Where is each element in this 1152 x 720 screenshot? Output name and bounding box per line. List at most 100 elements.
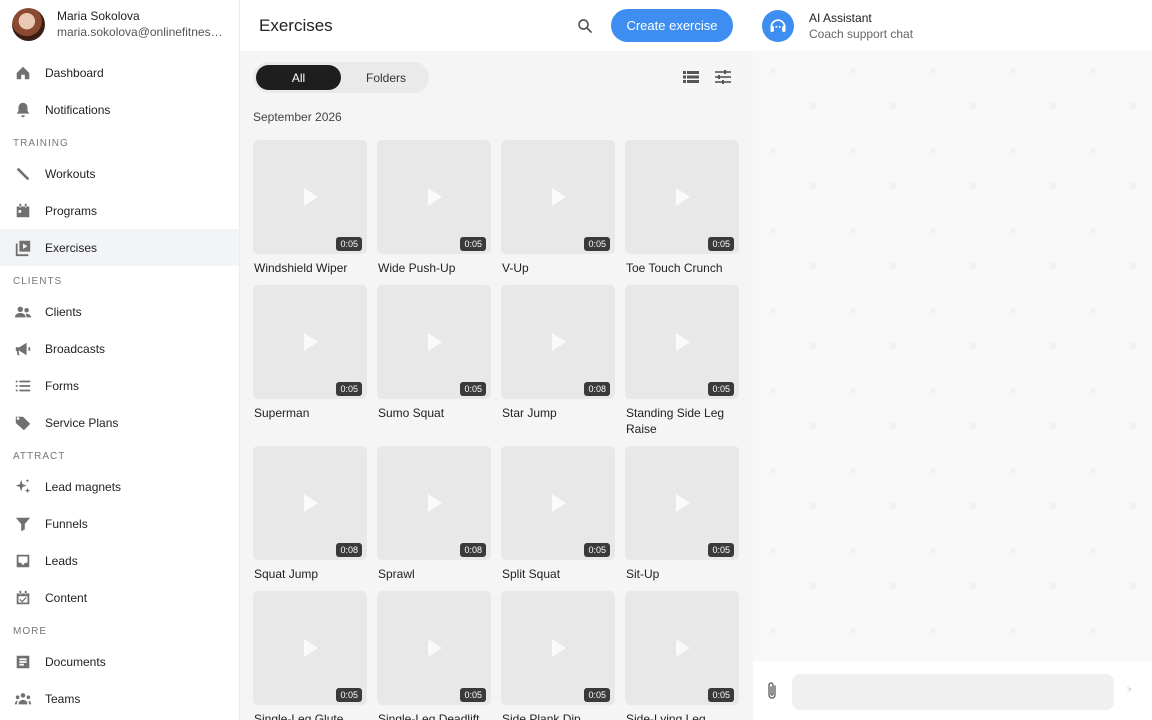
exercise-card[interactable]: 0:05 Toe Touch Crunch — [625, 140, 739, 276]
exercise-card[interactable]: 0:05 Side Plank Dip — [501, 591, 615, 720]
sidebar-item-label: Broadcasts — [45, 341, 106, 356]
sidebar-item-leads[interactable]: Leads — [0, 542, 239, 579]
duration-badge: 0:05 — [708, 382, 734, 396]
sidebar-item-teams[interactable]: Teams — [0, 680, 239, 717]
exercise-thumbnail[interactable]: 0:05 — [501, 591, 615, 705]
play-icon — [676, 188, 690, 206]
duration-badge: 0:05 — [336, 382, 362, 396]
exercise-card[interactable]: 0:05 Windshield Wiper — [253, 140, 367, 276]
user-email: maria.sokolova@onlinefitness.com — [57, 25, 225, 39]
sidebar-item-label: Notifications — [45, 102, 111, 117]
sidebar-item-label: Forms — [45, 378, 79, 393]
tab-folders[interactable]: Folders — [345, 65, 427, 90]
exercise-thumbnail[interactable]: 0:05 — [501, 140, 615, 254]
search-button[interactable] — [574, 15, 596, 37]
play-icon — [428, 188, 442, 206]
tab-all[interactable]: All — [256, 65, 341, 90]
exercise-card[interactable]: 0:05 Sit-Up — [625, 446, 739, 582]
play-icon — [428, 494, 442, 512]
exercise-card[interactable]: 0:05 Sumo Squat — [377, 285, 491, 421]
play-icon — [676, 333, 690, 351]
assistant-subtitle: Coach support chat — [809, 26, 914, 41]
exercise-card[interactable]: 0:05 Single-Leg Glute — [253, 591, 367, 720]
exercise-name: Sumo Squat — [378, 406, 445, 420]
sidebar-item-dashboard[interactable]: Dashboard — [0, 54, 239, 91]
sidebar: Maria Sokolova maria.sokolova@onlinefitn… — [0, 0, 240, 720]
sidebar-item-label: Content — [45, 590, 88, 605]
sidebar-item-lead-magnets[interactable]: Lead magnets — [0, 468, 239, 505]
dumbbell-icon — [13, 164, 33, 184]
filter-icon[interactable] — [714, 68, 732, 86]
exercise-thumbnail[interactable]: 0:05 — [253, 591, 367, 705]
funnel-icon — [13, 514, 33, 534]
sidebar-item-notifications[interactable]: Notifications — [0, 91, 239, 128]
sidebar-item-service-plans[interactable]: Service Plans — [0, 404, 239, 441]
duration-badge: 0:05 — [584, 543, 610, 557]
sidebar-item-exercises[interactable]: Exercises — [0, 229, 239, 266]
exercise-thumbnail[interactable]: 0:05 — [253, 140, 367, 254]
exercises-panel: Exercises Create exercise All Folders Se… — [240, 0, 753, 720]
sidebar-item-broadcasts[interactable]: Broadcasts — [0, 330, 239, 367]
avatar[interactable] — [12, 7, 45, 41]
exercise-name: Single-Leg Deadlift — [378, 712, 480, 720]
exercise-card[interactable]: 0:05 Split Squat — [501, 446, 615, 582]
document-icon — [13, 652, 33, 672]
section-heading-clients: Clients — [13, 276, 63, 287]
headset-icon — [770, 18, 786, 32]
sidebar-item-label: Service Plans — [45, 415, 119, 430]
exercise-thumbnail[interactable]: 0:05 — [377, 591, 491, 705]
sidebar-item-label: Programs — [45, 203, 98, 218]
create-exercise-button[interactable]: Create exercise — [611, 9, 733, 42]
exercise-card[interactable]: 0:05 Wide Push-Up — [377, 140, 491, 276]
sidebar-item-content[interactable]: Content — [0, 579, 239, 616]
user-name: Maria Sokolova — [57, 9, 140, 23]
section-heading-more: More — [13, 626, 47, 637]
exercise-card[interactable]: 0:08 Sprawl — [377, 446, 491, 582]
team-icon — [13, 689, 33, 709]
exercise-thumbnail[interactable]: 0:05 — [501, 446, 615, 560]
exercise-name: Squat Jump — [254, 567, 319, 581]
exercise-card[interactable]: 0:05 V-Up — [501, 140, 615, 276]
list-view-icon[interactable] — [682, 68, 700, 86]
exercise-card[interactable]: 0:05 Single-Leg Deadlift — [377, 591, 491, 720]
exercise-thumbnail[interactable]: 0:05 — [377, 140, 491, 254]
exercise-name: Wide Push-Up — [378, 261, 456, 275]
sidebar-item-documents[interactable]: Documents — [0, 643, 239, 680]
sidebar-item-workouts[interactable]: Workouts — [0, 155, 239, 192]
exercise-thumbnail[interactable]: 0:05 — [625, 446, 739, 560]
exercise-thumbnail[interactable]: 0:05 — [625, 140, 739, 254]
exercise-card[interactable]: 0:08 Star Jump — [501, 285, 615, 421]
play-icon — [304, 639, 318, 657]
sidebar-item-clients[interactable]: Clients — [0, 293, 239, 330]
send-button[interactable]: > — [1127, 685, 1137, 695]
exercise-thumbnail[interactable]: 0:05 — [377, 285, 491, 399]
sidebar-item-label: Leads — [45, 553, 78, 568]
exercise-name: Side Plank Dip — [502, 712, 581, 720]
exercise-thumbnail[interactable]: 0:05 — [253, 285, 367, 399]
month-heading: September 2026 — [253, 110, 342, 124]
exercise-name: Sit-Up — [626, 567, 660, 581]
exercise-thumbnail[interactable]: 0:05 — [625, 285, 739, 399]
exercise-card[interactable]: 0:05 Standing Side Leg Raise — [625, 285, 739, 437]
duration-badge: 0:05 — [708, 543, 734, 557]
sidebar-item-label: Workouts — [45, 166, 96, 181]
exercise-name: Sprawl — [378, 567, 415, 581]
exercise-card[interactable]: 0:05 Superman — [253, 285, 367, 421]
chat-input[interactable] — [792, 674, 1114, 710]
section-heading-training: Training — [13, 138, 69, 149]
play-icon — [304, 333, 318, 351]
sidebar-item-label: Teams — [45, 691, 81, 706]
exercise-thumbnail[interactable]: 0:08 — [501, 285, 615, 399]
user-profile[interactable]: Maria Sokolova maria.sokolova@onlinefitn… — [0, 0, 239, 48]
exercise-card[interactable]: 0:08 Squat Jump — [253, 446, 367, 582]
sidebar-item-funnels[interactable]: Funnels — [0, 505, 239, 542]
sidebar-item-label: Documents — [45, 654, 106, 669]
exercise-card[interactable]: 0:05 Side-Lying Leg Raise — [625, 591, 739, 720]
attach-icon[interactable] — [764, 681, 780, 701]
exercise-thumbnail[interactable]: 0:05 — [625, 591, 739, 705]
exercise-thumbnail[interactable]: 0:08 — [253, 446, 367, 560]
bell-icon — [13, 100, 33, 120]
sidebar-item-forms[interactable]: Forms — [0, 367, 239, 404]
sidebar-item-programs[interactable]: Programs — [0, 192, 239, 229]
exercise-thumbnail[interactable]: 0:08 — [377, 446, 491, 560]
